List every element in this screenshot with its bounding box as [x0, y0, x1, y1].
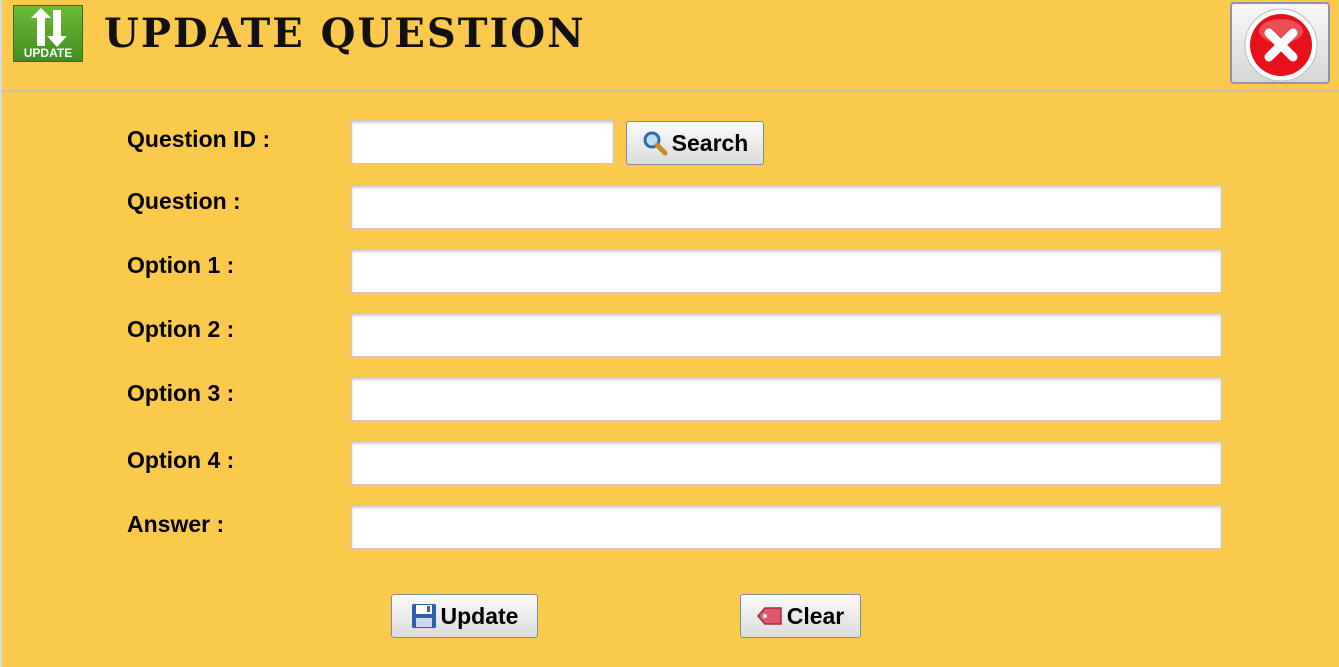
window-title: UPDATE QUESTION	[104, 10, 586, 57]
update-arrows-graphic	[31, 8, 67, 47]
answer-label: Answer :	[127, 511, 225, 537]
question-id-label: Question ID :	[127, 126, 271, 152]
update-question-window: UPDATE UPDATE QUESTION Question ID : Sea…	[0, 0, 1339, 667]
clear-button-label: Clear	[786, 602, 845, 629]
option1-input[interactable]	[351, 249, 1222, 293]
option3-label: Option 3 :	[127, 380, 235, 406]
option3-input[interactable]	[351, 377, 1222, 421]
save-icon	[411, 604, 436, 628]
window-header: UPDATE UPDATE QUESTION	[2, 0, 1339, 92]
close-button[interactable]	[1230, 2, 1330, 84]
option2-input[interactable]	[351, 313, 1222, 357]
search-button[interactable]: Search	[626, 121, 764, 165]
option4-input[interactable]	[351, 441, 1222, 485]
close-icon	[1244, 8, 1318, 82]
eraser-icon	[756, 607, 782, 625]
app-icon-label: UPDATE	[23, 46, 73, 60]
question-input[interactable]	[351, 185, 1222, 229]
option1-label: Option 1 :	[127, 252, 235, 278]
search-button-label: Search	[671, 129, 749, 156]
option4-label: Option 4 :	[127, 447, 235, 473]
clear-button[interactable]: Clear	[740, 594, 861, 638]
update-button-label: Update	[440, 602, 519, 629]
option2-label: Option 2 :	[127, 316, 235, 342]
answer-input[interactable]	[351, 505, 1222, 549]
update-arrows-icon: UPDATE	[13, 5, 83, 62]
update-button[interactable]: Update	[391, 594, 538, 638]
question-label: Question :	[127, 188, 241, 214]
search-icon	[643, 131, 668, 156]
question-id-input[interactable]	[351, 120, 614, 164]
